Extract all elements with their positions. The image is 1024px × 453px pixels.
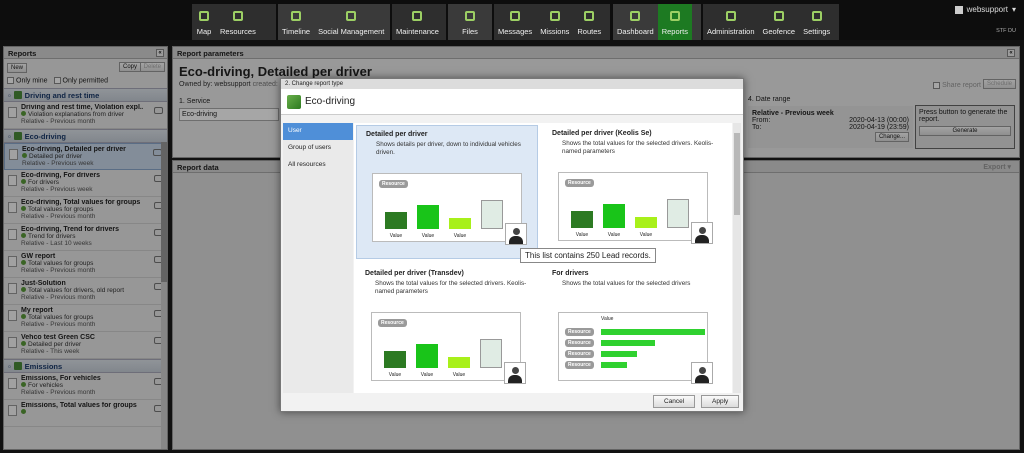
preview-bar bbox=[417, 205, 439, 229]
dialog-title: Eco-driving bbox=[281, 89, 743, 115]
map-icon bbox=[196, 8, 212, 24]
preview-hbar bbox=[601, 340, 655, 346]
routes-icon bbox=[581, 8, 597, 24]
build-label: STF DU bbox=[996, 28, 1016, 34]
scope-user[interactable]: User bbox=[283, 123, 353, 140]
report-type-card-for-drivers[interactable]: For drivers Shows the total values for t… bbox=[543, 265, 725, 393]
nav-group-maintenance: Maintenance bbox=[392, 4, 446, 40]
nav-missions[interactable]: Missions bbox=[536, 4, 573, 40]
nav-reports[interactable]: Reports bbox=[657, 4, 692, 40]
nav-settings[interactable]: Settings bbox=[799, 4, 834, 40]
preview-bar bbox=[416, 344, 438, 368]
nav-map[interactable]: Map bbox=[192, 4, 216, 40]
tooltip: This list contains 250 Lead records. bbox=[520, 248, 656, 263]
nav-group-timeline: Timeline Social Management bbox=[278, 4, 390, 40]
administration-icon bbox=[723, 8, 739, 24]
nav-group-messages: Messages Missions Routes bbox=[494, 4, 610, 40]
preview-bar bbox=[448, 357, 470, 368]
dialog-scrollbar[interactable] bbox=[733, 123, 741, 393]
resource-pill: Resource bbox=[379, 180, 408, 188]
nav-administration[interactable]: Administration bbox=[703, 4, 759, 40]
resource-pill: Resource bbox=[378, 319, 407, 327]
scrollbar-thumb[interactable] bbox=[734, 133, 740, 215]
preview-bar bbox=[449, 218, 471, 229]
preview-bar bbox=[571, 211, 593, 228]
nav-group-administration: Administration Geofence Settings bbox=[703, 4, 839, 40]
preview-hbar-chart: Value Resource Resource Resource Resourc… bbox=[558, 312, 713, 384]
nav-geofence[interactable]: Geofence bbox=[759, 4, 800, 40]
nav-messages[interactable]: Messages bbox=[494, 4, 536, 40]
nav-maintenance[interactable]: Maintenance bbox=[392, 4, 443, 40]
preview-bar bbox=[667, 199, 689, 228]
chevron-down-icon: ▾ bbox=[1011, 5, 1016, 14]
nav-group-map: Map Resources bbox=[192, 4, 276, 40]
preview-bar bbox=[635, 217, 657, 228]
cancel-button[interactable]: Cancel bbox=[653, 395, 696, 408]
files-icon bbox=[462, 8, 478, 24]
preview-hbar bbox=[601, 351, 637, 357]
dashboard-icon bbox=[627, 8, 643, 24]
nav-group-dashboard: Dashboard Reports bbox=[613, 4, 701, 40]
nav-files[interactable]: Files bbox=[448, 4, 492, 40]
resource-pill: Resource bbox=[565, 361, 594, 369]
resource-pill: Resource bbox=[565, 350, 594, 358]
change-report-type-dialog: 2. Change report type Eco-driving User G… bbox=[280, 78, 744, 412]
dialog-scope-list: User Group of users All resources bbox=[283, 123, 353, 393]
preview-bar bbox=[385, 212, 407, 229]
messages-icon bbox=[507, 8, 523, 24]
preview-bar bbox=[603, 204, 625, 228]
driver-avatar-icon bbox=[504, 362, 526, 384]
driver-avatar-icon bbox=[505, 223, 527, 245]
reports-icon bbox=[667, 8, 683, 24]
driver-avatar-icon bbox=[691, 222, 713, 244]
maintenance-icon bbox=[409, 8, 425, 24]
nav-group-files: Files bbox=[448, 4, 492, 40]
preview-hbar bbox=[601, 329, 705, 335]
preview-bar-chart: Resource Value Value Value bbox=[371, 312, 526, 384]
nav-routes[interactable]: Routes bbox=[573, 4, 605, 40]
report-type-card-transdev[interactable]: Detailed per driver (Transdev) Shows the… bbox=[356, 265, 538, 393]
apply-button[interactable]: Apply bbox=[701, 395, 740, 408]
user-icon bbox=[954, 5, 963, 14]
resource-pill: Resource bbox=[565, 179, 594, 187]
missions-icon bbox=[547, 8, 563, 24]
timeline-icon bbox=[288, 8, 304, 24]
resources-icon bbox=[230, 8, 246, 24]
settings-icon bbox=[809, 8, 825, 24]
top-navigation: Map Resources Timeline Social Management… bbox=[0, 0, 1024, 40]
social-icon bbox=[343, 8, 359, 24]
preview-bar-chart: Resource Value Value Value bbox=[558, 172, 713, 244]
preview-bar bbox=[481, 200, 503, 229]
preview-bar bbox=[384, 351, 406, 368]
preview-hbar bbox=[601, 362, 627, 368]
report-type-card-keolis[interactable]: Detailed per driver (Keolis Se) Shows th… bbox=[543, 125, 725, 259]
nav-resources[interactable]: Resources bbox=[216, 4, 260, 40]
report-type-card-detailed[interactable]: Detailed per driver Shows details per dr… bbox=[356, 125, 538, 259]
resource-pill: Resource bbox=[565, 328, 594, 336]
preview-bar-chart: Resource Value Value Value bbox=[372, 173, 527, 245]
driver-avatar-icon bbox=[691, 362, 713, 384]
dialog-step-header: 2. Change report type bbox=[281, 79, 743, 89]
geofence-icon bbox=[771, 8, 787, 24]
scope-all-resources[interactable]: All resources bbox=[283, 157, 353, 174]
user-menu[interactable]: websupport ▾ bbox=[954, 5, 1016, 14]
nav-timeline[interactable]: Timeline bbox=[278, 4, 314, 40]
nav-dashboard[interactable]: Dashboard bbox=[613, 4, 658, 40]
nav-social-management[interactable]: Social Management bbox=[314, 4, 388, 40]
dialog-footer: Cancel Apply bbox=[281, 391, 743, 411]
resource-pill: Resource bbox=[565, 339, 594, 347]
eco-driving-icon bbox=[287, 94, 301, 109]
preview-bar bbox=[480, 339, 502, 368]
scope-group-of-users[interactable]: Group of users bbox=[283, 140, 353, 157]
